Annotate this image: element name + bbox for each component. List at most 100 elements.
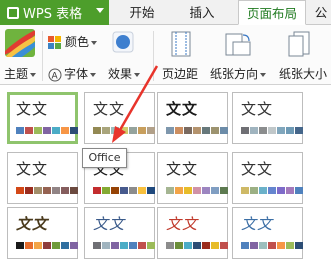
tab-home[interactable]: 开始 [118, 0, 166, 25]
color-swatch [129, 242, 137, 249]
color-swatch [286, 187, 294, 194]
color-swatch [241, 187, 249, 194]
theme-card[interactable]: 文文 [84, 92, 155, 144]
color-swatch [211, 242, 219, 249]
page-orientation-icon [225, 33, 251, 56]
color-swatch [286, 242, 294, 249]
color-swatch [295, 187, 303, 194]
color-swatch [16, 187, 24, 194]
theme-card[interactable]: 文文 [7, 152, 78, 204]
color-swatch [120, 187, 128, 194]
theme-card[interactable]: 文文 [7, 207, 78, 259]
color-swatch [211, 127, 219, 134]
color-swatch [16, 127, 24, 134]
color-swatch [93, 127, 101, 134]
theme-color-swatches [16, 242, 79, 249]
color-swatch [286, 127, 294, 134]
theme-sample-text: 文文 [166, 100, 199, 118]
color-swatch [259, 242, 267, 249]
color-swatch [193, 242, 201, 249]
orientation-label: 纸张方向 [210, 67, 259, 81]
theme-sample-text: 文文 [16, 160, 49, 178]
color-swatch [102, 127, 110, 134]
color-swatch [93, 242, 101, 249]
paper-size-button[interactable]: 纸张大小 [279, 65, 331, 82]
colors-button[interactable]: 颜色 [48, 33, 98, 50]
theme-card[interactable]: 文文 [157, 92, 228, 144]
color-swatch [129, 187, 137, 194]
theme-card[interactable]: 文文 [84, 207, 155, 259]
color-swatch [52, 127, 60, 134]
color-swatch [193, 127, 201, 134]
theme-card[interactable]: 文文 [7, 92, 78, 144]
effects-circle-icon [112, 31, 134, 53]
font-button[interactable]: A 字体 [48, 65, 97, 82]
app-dropdown-icon [96, 8, 104, 13]
color-swatch [250, 127, 258, 134]
theme-color-swatches [241, 242, 304, 249]
color-swatch [268, 127, 276, 134]
color-swatch [120, 242, 128, 249]
effects-icon[interactable] [112, 31, 134, 53]
color-swatch [52, 187, 60, 194]
orientation-button[interactable]: 纸张方向 [210, 65, 267, 82]
app-menu-button[interactable]: WPS 表格 [0, 0, 109, 25]
divider [42, 31, 43, 81]
color-swatch [120, 127, 128, 134]
color-swatch [138, 127, 146, 134]
theme-icon[interactable] [5, 29, 35, 57]
color-swatch [211, 187, 219, 194]
color-swatch [43, 127, 51, 134]
theme-card[interactable]: 文文 [232, 207, 303, 259]
orientation-icon[interactable] [224, 31, 252, 60]
color-swatch [34, 242, 42, 249]
color-swatch [147, 127, 155, 134]
color-swatch [250, 187, 258, 194]
color-swatch [129, 127, 137, 134]
color-swatch [202, 127, 210, 134]
theme-label: 主题 [4, 67, 29, 81]
ribbon-toolbar: 主题 颜色 A 字体 效果 页边距 纸张方向 纸张大小 [0, 25, 331, 85]
theme-card[interactable]: 文文 [232, 92, 303, 144]
theme-card[interactable]: 文文 [157, 152, 228, 204]
effects-button[interactable]: 效果 [108, 65, 141, 82]
theme-card[interactable]: 文文 [232, 152, 303, 204]
color-swatch [25, 127, 33, 134]
theme-color-swatches [93, 187, 156, 194]
color-swatch [43, 187, 51, 194]
color-swatch [184, 242, 192, 249]
color-swatch [16, 242, 24, 249]
tooltip: Office [82, 148, 127, 168]
color-swatch [147, 242, 155, 249]
color-swatch [184, 127, 192, 134]
color-swatch [175, 187, 183, 194]
theme-sample-text: 文文 [16, 100, 49, 118]
tab-insert[interactable]: 插入 [180, 0, 224, 25]
color-swatch [277, 127, 285, 134]
chevron-down-icon [134, 72, 141, 77]
theme-button[interactable]: 主题 [4, 65, 37, 82]
color-swatch [241, 127, 249, 134]
color-swatch [184, 187, 192, 194]
effects-label: 效果 [108, 67, 133, 81]
app-name: WPS 表格 [23, 7, 83, 22]
color-swatch [102, 187, 110, 194]
color-swatch [111, 187, 119, 194]
theme-sample-text: 文文 [241, 100, 274, 118]
paper-size-icon[interactable] [288, 31, 310, 60]
chevron-down-icon [30, 72, 37, 77]
color-swatch [70, 187, 78, 194]
tab-formulas[interactable]: 公 [311, 0, 331, 25]
color-swatch [61, 242, 69, 249]
chevron-down-icon [90, 72, 97, 77]
color-swatch [193, 187, 201, 194]
color-swatch [70, 127, 78, 134]
margins-button[interactable]: 页边距 [162, 65, 198, 82]
color-swatch [277, 187, 285, 194]
chevron-down-icon [91, 40, 98, 45]
tab-page-layout[interactable]: 页面布局 [238, 0, 306, 25]
margins-icon[interactable] [170, 31, 192, 60]
color-swatch [295, 242, 303, 249]
theme-card[interactable]: 文文 [157, 207, 228, 259]
wps-logo-icon [7, 6, 19, 19]
